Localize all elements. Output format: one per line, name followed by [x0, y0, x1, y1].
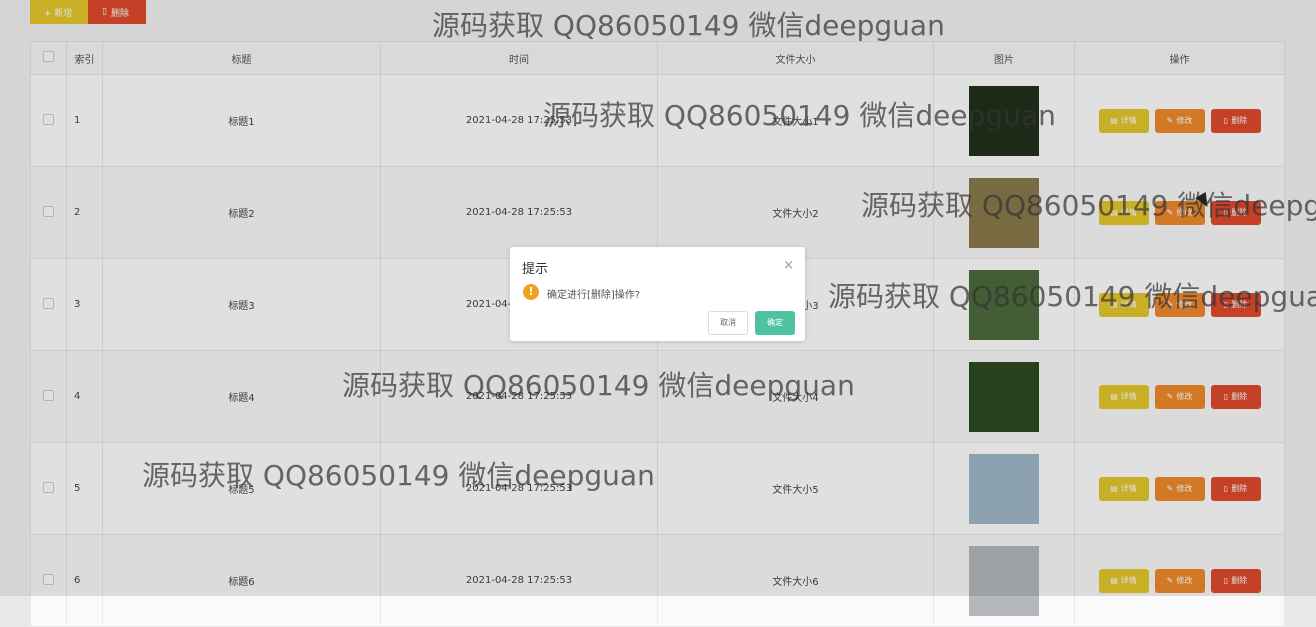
confirm-button[interactable]: 确定	[755, 311, 795, 335]
cancel-button[interactable]: 取消	[708, 311, 748, 335]
dialog-title: 提示	[522, 262, 549, 277]
warning-icon: !	[523, 284, 539, 300]
dialog-message: 确定进行[删除]操作?	[547, 290, 641, 301]
close-icon[interactable]: ×	[783, 258, 794, 273]
confirm-dialog: 提示 × ! 确定进行[删除]操作? 取消 确定	[510, 247, 805, 341]
